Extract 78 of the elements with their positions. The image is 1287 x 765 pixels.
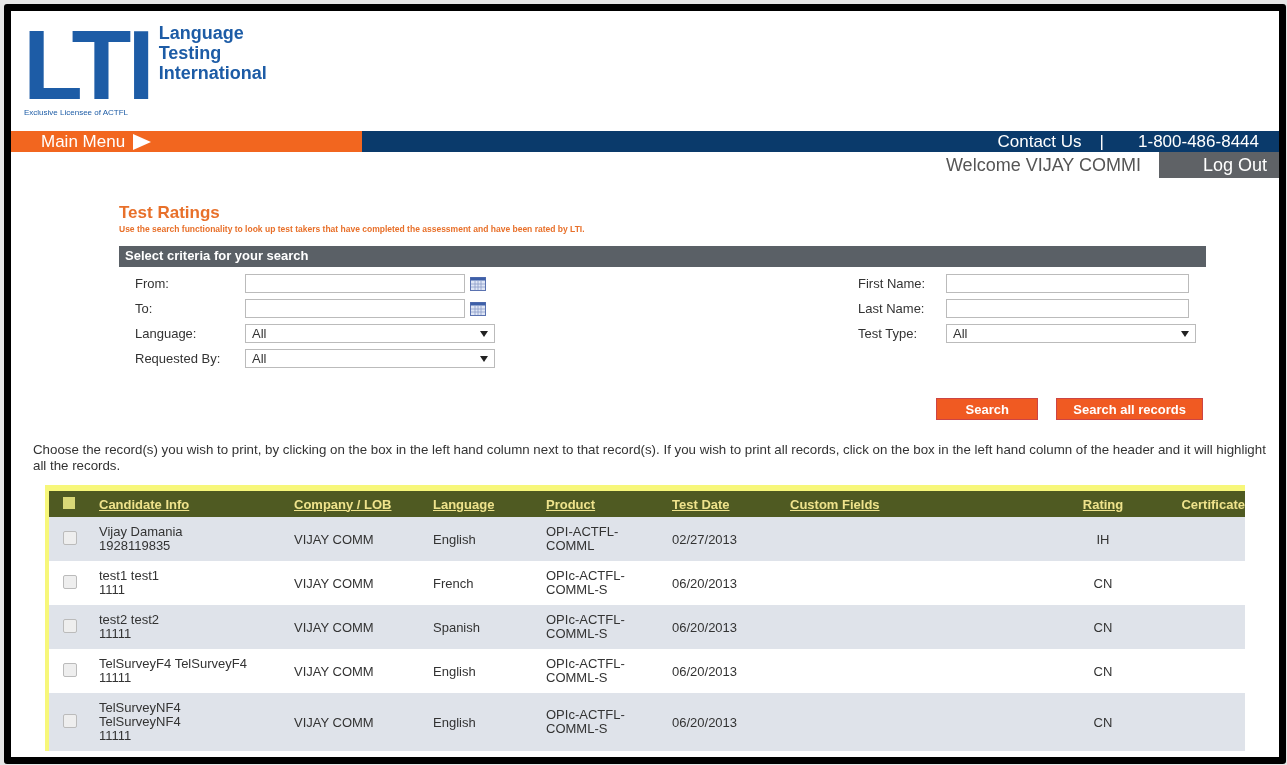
table-cell: CN <box>1093 575 1113 591</box>
table-cell: IH <box>1096 531 1110 547</box>
column-header[interactable]: Language <box>433 496 495 512</box>
logo-name: Language <box>158 23 245 43</box>
field-label: Language: <box>135 326 198 341</box>
table-cell: English <box>433 663 476 679</box>
table-cell: 02/27/2013 <box>672 531 738 547</box>
field-label: Requested By: <box>135 351 222 366</box>
table-cell-text: OPIc-ACTFL-COMML-S <box>546 708 626 736</box>
table-cell-text: OPIc-ACTFL-COMML-S <box>546 613 626 641</box>
column-header[interactable]: Custom Fields <box>790 496 880 512</box>
dropdown[interactable]: All <box>245 349 495 368</box>
date-field[interactable] <box>245 299 465 318</box>
table-cell: CN <box>1093 619 1113 635</box>
field-label: To: <box>135 301 154 316</box>
search-button[interactable]: Search all records <box>1056 398 1203 420</box>
table-cell: 06/20/2013 <box>672 619 738 635</box>
table-cell: VIJAY COMM <box>294 575 374 591</box>
column-header[interactable]: Company / LOB <box>294 496 392 512</box>
row-checkbox[interactable] <box>63 618 77 633</box>
criteria-header: Select criteria for your search <box>119 246 1206 267</box>
contact-link[interactable]: Contact Us <box>997 131 1082 152</box>
table-cell: Spanish <box>433 619 480 635</box>
column-header[interactable]: Test Date <box>672 496 730 512</box>
logo-name: International <box>158 63 267 83</box>
table-cell: CN <box>1093 714 1113 730</box>
table-cell: English <box>433 531 476 547</box>
table-cell: VIJAY COMM <box>294 714 374 730</box>
welcome-text: Welcome VIJAY COMMI <box>945 154 1141 176</box>
select-all-checkbox[interactable] <box>63 496 75 509</box>
separator: | <box>1099 131 1104 152</box>
table-cell-text: test2 test2 11111 <box>99 613 160 641</box>
search-button[interactable]: Search <box>936 398 1039 420</box>
field-label: Last Name: <box>858 301 926 316</box>
row-checkbox[interactable] <box>63 574 77 589</box>
table-cell: 06/20/2013 <box>672 575 738 591</box>
column-header[interactable]: Certificate <box>1181 496 1245 512</box>
table-cell: 06/20/2013 <box>672 714 738 730</box>
column-header[interactable]: Product <box>546 496 596 512</box>
table-cell-text: TelSurveyNF4 TelSurveyNF4 11111 <box>99 701 182 743</box>
page-subtitle: Use the search functionality to look up test takers that have completed the assessment and have been rated by LTI. <box>119 224 586 234</box>
column-header[interactable]: Rating <box>1082 496 1124 512</box>
table-cell-text: TelSurveyF4 TelSurveyF4 11111 <box>99 657 248 685</box>
table-cell: VIJAY COMM <box>294 531 374 547</box>
row-checkbox[interactable] <box>63 530 77 545</box>
play-arrow-icon[interactable] <box>133 133 152 150</box>
logo-name: Testing <box>158 43 223 63</box>
table-cell: VIJAY COMM <box>294 663 374 679</box>
dropdown[interactable]: All <box>245 324 495 343</box>
field-label: Test Type: <box>858 326 918 341</box>
phone-number: 1-800-486-8444 <box>1138 131 1259 152</box>
table-cell: CN <box>1093 663 1113 679</box>
date-field[interactable] <box>245 274 465 293</box>
table-cell: VIJAY COMM <box>294 619 374 635</box>
field-label: First Name: <box>858 276 927 291</box>
text-field[interactable] <box>946 274 1189 293</box>
logo-letters: LTI <box>23 25 151 105</box>
table-cell-text: OPI-ACTFL-COMML <box>546 525 620 553</box>
table-cell-text: test1 test1 1111 <box>99 569 160 597</box>
dropdown[interactable]: All <box>946 324 1196 343</box>
main-menu-link[interactable]: Main Menu <box>41 131 126 152</box>
logout-button[interactable]: Log Out <box>1159 152 1279 178</box>
table-cell: 06/20/2013 <box>672 663 738 679</box>
logo-tagline: Exclusive Licensee of ACTFL <box>24 108 129 117</box>
table-cell-text: OPIc-ACTFL-COMML-S <box>546 569 626 597</box>
page-title: Test Ratings <box>119 203 221 223</box>
text-field[interactable] <box>946 299 1189 318</box>
row-checkbox[interactable] <box>63 713 77 728</box>
calendar-icon[interactable] <box>470 276 486 291</box>
calendar-icon[interactable] <box>470 301 486 316</box>
table-cell: French <box>433 575 474 591</box>
field-label: From: <box>135 276 170 291</box>
column-header[interactable]: Candidate Info <box>99 496 190 512</box>
row-checkbox[interactable] <box>63 662 77 677</box>
table-cell-text: Vijay Damania 1928119835 <box>99 525 184 553</box>
table-cell-text: OPIc-ACTFL-COMML-S <box>546 657 626 685</box>
instructions-text: Choose the record(s) you wish to print, by clicking on the box in the left hand column next to that record(s). If you wish to print all records, click on the box in the left hand column of the header and it will highlight all the records. <box>33 442 1267 474</box>
table-cell: English <box>433 714 476 730</box>
